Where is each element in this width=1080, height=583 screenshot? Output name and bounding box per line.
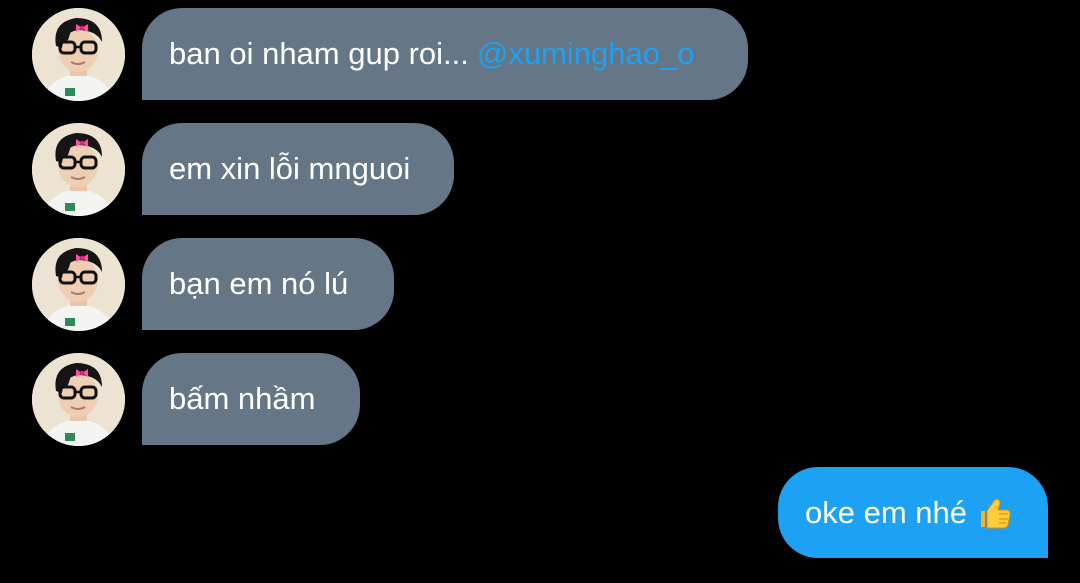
- message-text: em xin lỗi mnguoi: [169, 151, 411, 186]
- avatar[interactable]: [32, 238, 125, 331]
- incoming-message-bubble[interactable]: ban oi nham gup roi... @xuminghao_o: [142, 8, 748, 100]
- incoming-message-bubble[interactable]: bấm nhầm: [142, 353, 360, 445]
- incoming-message-bubble[interactable]: bạn em nó lú: [142, 238, 394, 330]
- message-text: ban oi nham gup roi...: [169, 36, 469, 71]
- mention-link[interactable]: @xuminghao_o: [477, 36, 695, 72]
- outgoing-message-bubble[interactable]: oke em nhé: [778, 467, 1048, 558]
- message-row: bạn em nó lú: [0, 238, 1080, 331]
- avatar[interactable]: [32, 8, 125, 101]
- message-text: oke em nhé: [805, 494, 967, 530]
- thumbs-up-icon: [977, 495, 1013, 531]
- avatar[interactable]: [32, 353, 125, 446]
- message-row: bấm nhầm: [0, 353, 1080, 446]
- incoming-message-bubble[interactable]: em xin lỗi mnguoi: [142, 123, 454, 215]
- message-row: ban oi nham gup roi... @xuminghao_o: [0, 8, 1080, 101]
- avatar[interactable]: [32, 123, 125, 216]
- message-text: bấm nhầm: [169, 381, 316, 416]
- message-text: bạn em nó lú: [169, 266, 349, 301]
- message-row: em xin lỗi mnguoi: [0, 123, 1080, 216]
